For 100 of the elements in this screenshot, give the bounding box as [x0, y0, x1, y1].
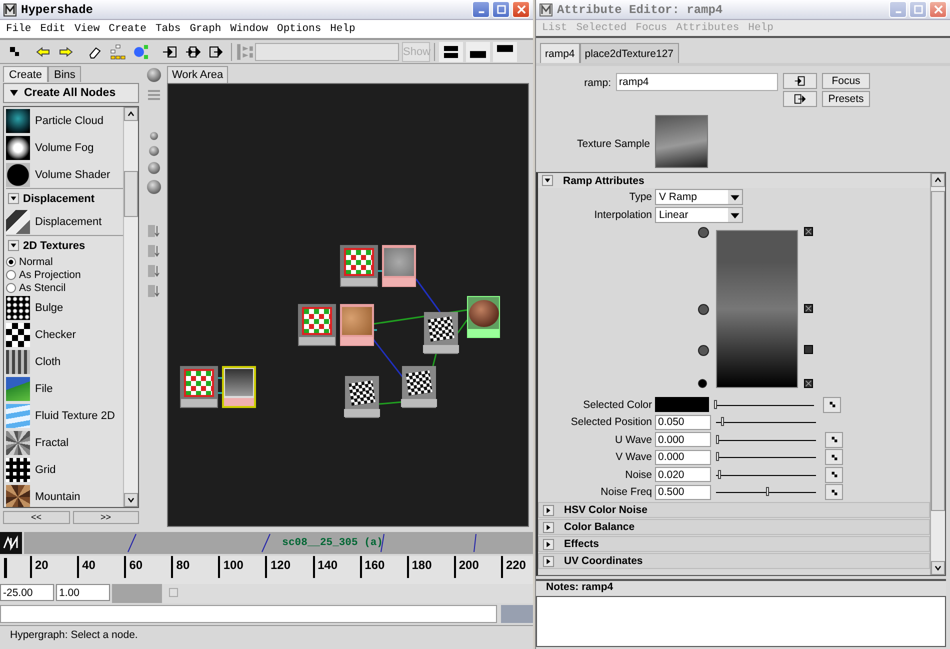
- menu-item[interactable]: Edit: [40, 23, 66, 35]
- delete-handle-icon[interactable]: [804, 345, 813, 354]
- scroll-tabs-button[interactable]: >>: [72, 511, 139, 524]
- node-list-item[interactable]: Checker: [6, 321, 123, 348]
- node-list-item[interactable]: Cloth: [6, 348, 123, 375]
- menu-item[interactable]: Graph: [190, 23, 222, 35]
- ramp-gradient[interactable]: [716, 230, 798, 388]
- node-list-item[interactable]: Fractal: [6, 429, 123, 456]
- slider-track[interactable]: [716, 468, 816, 481]
- layered-node[interactable]: [424, 312, 458, 354]
- radio-button[interactable]: [6, 282, 16, 292]
- node-list-item[interactable]: Volume Fog: [6, 134, 123, 161]
- number-field[interactable]: 0.050: [655, 414, 711, 430]
- close-button[interactable]: [512, 1, 530, 18]
- layout-button[interactable]: [439, 42, 463, 62]
- node-name-field[interactable]: ramp4: [616, 73, 778, 91]
- panel-tab[interactable]: Bins: [48, 66, 82, 82]
- ramp-handle[interactable]: [698, 304, 709, 315]
- editor-button[interactable]: Presets: [822, 91, 870, 107]
- sort-icon[interactable]: [147, 284, 161, 298]
- node-list-item[interactable]: File: [6, 375, 123, 402]
- number-field[interactable]: 0.020: [655, 467, 711, 482]
- scroll-down-icon[interactable]: [124, 493, 138, 507]
- radio-button[interactable]: [6, 256, 16, 266]
- slider-thumb[interactable]: [718, 470, 721, 479]
- number-field[interactable]: 0.000: [655, 432, 711, 448]
- sort-icon[interactable]: [147, 264, 161, 278]
- dropdown[interactable]: Linear: [655, 207, 743, 223]
- section-header[interactable]: Color Balance: [538, 519, 930, 535]
- ramp-handle[interactable]: [698, 345, 709, 356]
- placement-node[interactable]: [340, 245, 378, 287]
- menu-item[interactable]: Create: [108, 23, 146, 35]
- range-slider-thumb[interactable]: [169, 588, 178, 597]
- scrollbar-thumb[interactable]: [931, 191, 945, 511]
- radio-option[interactable]: As Stencil: [6, 281, 123, 294]
- layered-node[interactable]: [402, 366, 436, 408]
- time-ruler[interactable]: 20 40 60 80 100 120 140 160 180 200 220: [0, 556, 533, 584]
- texture-node[interactable]: [340, 304, 374, 346]
- number-field[interactable]: 0.000: [655, 450, 711, 465]
- sphere-icon[interactable]: [148, 162, 160, 174]
- maximize-button[interactable]: [492, 1, 510, 18]
- graph-canvas[interactable]: [167, 83, 529, 527]
- slider-track[interactable]: [714, 398, 814, 411]
- sort-icon[interactable]: [147, 224, 161, 238]
- slider-track[interactable]: [716, 451, 816, 464]
- delete-handle-icon[interactable]: [804, 304, 813, 313]
- slider-thumb[interactable]: [721, 417, 724, 426]
- map-button[interactable]: [823, 396, 841, 413]
- layered-node[interactable]: [345, 376, 379, 418]
- slider-thumb[interactable]: [766, 487, 769, 496]
- material-node[interactable]: [467, 296, 500, 338]
- menu-item[interactable]: Help: [330, 23, 356, 35]
- scroll-down-icon[interactable]: [931, 561, 945, 575]
- notes-field[interactable]: [536, 596, 946, 647]
- menu-item[interactable]: File: [6, 23, 32, 35]
- editor-button[interactable]: Focus: [822, 73, 870, 89]
- menu-item[interactable]: View: [74, 23, 100, 35]
- work-area-tab[interactable]: Work Area: [167, 66, 228, 83]
- node-list-item[interactable]: Grid: [6, 456, 123, 483]
- step-field[interactable]: 1.00: [56, 584, 110, 601]
- scroll-up-icon[interactable]: [124, 107, 138, 121]
- command-line-field[interactable]: [0, 605, 497, 623]
- scroll-up-icon[interactable]: [931, 173, 945, 187]
- range-slider[interactable]: [162, 584, 533, 603]
- output-connection-button[interactable]: [783, 91, 817, 107]
- menu-item[interactable]: Tabs: [155, 23, 181, 35]
- create-all-nodes-header[interactable]: Create All Nodes: [3, 83, 139, 103]
- menu-item[interactable]: Window: [230, 23, 268, 35]
- map-button[interactable]: [825, 432, 843, 448]
- radio-option[interactable]: As Projection: [6, 268, 123, 281]
- layout-button[interactable]: [493, 42, 517, 62]
- section-header[interactable]: Effects: [538, 536, 930, 552]
- panel-tab[interactable]: Create: [3, 66, 48, 82]
- layout-button[interactable]: [466, 42, 490, 62]
- current-time-marker[interactable]: [2, 556, 10, 580]
- scroll-tabs-button[interactable]: <<: [3, 511, 70, 524]
- node-list-item[interactable]: Fluid Texture 2D: [6, 402, 123, 429]
- map-button[interactable]: [825, 466, 843, 483]
- texture-node[interactable]: [382, 245, 416, 287]
- ramp-handle[interactable]: [698, 227, 709, 238]
- sphere-icon[interactable]: [147, 180, 161, 194]
- section-header[interactable]: UV Coordinates: [538, 553, 930, 569]
- node-list-item[interactable]: Particle Cloud: [6, 107, 123, 134]
- slider-track[interactable]: [716, 434, 816, 446]
- close-button[interactable]: [929, 1, 947, 18]
- slider-thumb[interactable]: [716, 452, 719, 462]
- sort-icon[interactable]: [147, 244, 161, 258]
- scrollbar[interactable]: [123, 107, 138, 507]
- delete-handle-icon[interactable]: [804, 227, 813, 236]
- minimize-button[interactable]: [472, 1, 490, 18]
- scrollbar[interactable]: [930, 173, 945, 575]
- scrollbar-thumb[interactable]: [124, 171, 138, 217]
- input-connection-button[interactable]: [783, 73, 817, 89]
- node-list-item[interactable]: Mountain: [6, 483, 123, 507]
- section-header[interactable]: Ramp Attributes: [538, 173, 930, 188]
- map-button[interactable]: [825, 449, 843, 466]
- slider-track[interactable]: [716, 486, 816, 498]
- slider-track[interactable]: [716, 416, 816, 428]
- delete-handle-icon[interactable]: [804, 379, 813, 388]
- section-header[interactable]: HSV Color Noise: [538, 502, 930, 518]
